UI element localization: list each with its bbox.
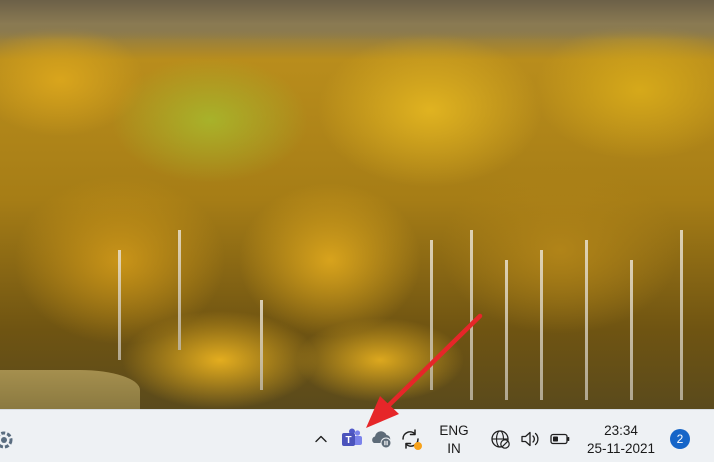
- wallpaper-field: [0, 0, 714, 40]
- taskbar: T ENG IN 23:34 25-11-2021 2: [0, 409, 714, 462]
- tree-trunk: [680, 230, 683, 400]
- battery-button[interactable]: [549, 428, 571, 450]
- onedrive-paused-icon: [372, 431, 392, 449]
- tree-trunk: [630, 260, 633, 400]
- notification-badge[interactable]: 2: [670, 429, 690, 449]
- desktop-wallpaper: [0, 0, 714, 409]
- tree-trunk: [585, 240, 588, 400]
- tree-trunk: [430, 240, 433, 390]
- onedrive-tray-button[interactable]: [368, 426, 394, 450]
- sync-tray-button[interactable]: [398, 426, 424, 452]
- svg-text:T: T: [345, 435, 351, 446]
- language-code: ENG: [439, 423, 469, 438]
- globe-network-icon: [491, 430, 510, 449]
- tree-trunk: [118, 250, 121, 360]
- language-region: IN: [447, 441, 461, 456]
- desktop-screen: T ENG IN 23:34 25-11-2021 2: [0, 0, 714, 462]
- teams-icon: T: [342, 428, 362, 446]
- grass-hill: [0, 370, 140, 409]
- volume-button[interactable]: [519, 428, 541, 450]
- clock-date: 25-11-2021: [586, 441, 656, 456]
- speaker-icon: [521, 431, 539, 447]
- tree-trunk: [260, 300, 263, 390]
- clock-button[interactable]: 23:34 25-11-2021: [586, 420, 656, 460]
- tree-trunk: [470, 230, 473, 400]
- tree-trunk: [178, 230, 181, 350]
- battery-icon: [550, 433, 570, 445]
- start-button-icon[interactable]: [0, 430, 14, 450]
- chevron-up-icon: [315, 435, 327, 443]
- tree-trunk: [505, 260, 508, 400]
- input-language-button[interactable]: ENG IN: [434, 420, 474, 460]
- show-hidden-icons-button[interactable]: [310, 428, 332, 450]
- sync-icon: [402, 429, 422, 450]
- network-button[interactable]: [489, 428, 511, 450]
- tree-trunk: [540, 250, 543, 400]
- teams-tray-button[interactable]: T: [340, 426, 364, 450]
- notification-count: 2: [676, 432, 684, 446]
- clock-time: 23:34: [604, 423, 638, 438]
